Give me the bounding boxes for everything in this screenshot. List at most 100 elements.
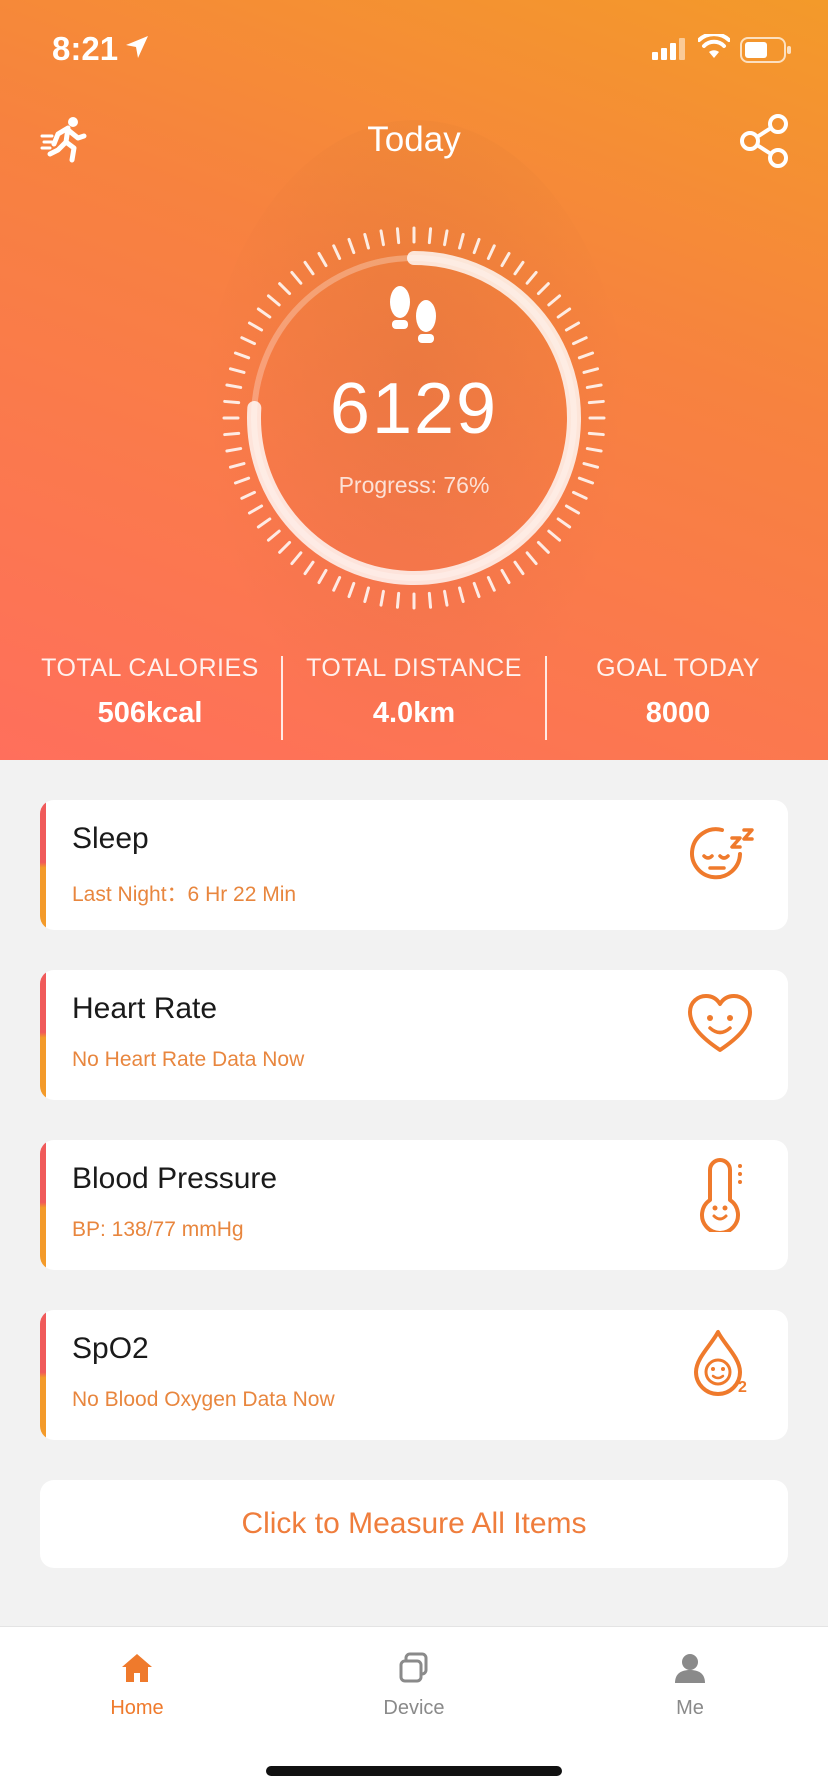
- ring-tick: [513, 260, 525, 276]
- thermometer-face-icon: [700, 1158, 742, 1232]
- tab-label: Home: [110, 1697, 164, 1719]
- stats-row: TOTAL CALORIES 506kcal TOTAL DISTANCE 4.…: [0, 654, 828, 744]
- ring-tick: [266, 529, 281, 542]
- stat-value: 506kcal: [97, 697, 203, 729]
- ring-tick: [472, 581, 481, 599]
- tab-label: Me: [676, 1697, 704, 1719]
- sleep-face-icon: [690, 827, 754, 880]
- ring-tick: [256, 517, 272, 529]
- ring-tick: [379, 229, 385, 247]
- ring-tick: [525, 270, 538, 285]
- ring-tick: [525, 551, 538, 566]
- ring-tick: [363, 232, 370, 250]
- stat-label: TOTAL DISTANCE: [306, 654, 522, 682]
- ring-tick: [486, 244, 496, 260]
- heart-rate-card[interactable]: Heart Rate No Heart Rate Data Now: [40, 970, 788, 1100]
- footprints-icon: [390, 286, 436, 343]
- ring-tick: [427, 591, 433, 609]
- tab-home[interactable]: Home: [77, 1651, 197, 1720]
- card-subtitle: Last Night：6 Hr 22 Min: [72, 883, 297, 906]
- card-accent-bar: [40, 800, 46, 930]
- card-title: SpO2: [72, 1332, 149, 1365]
- card-subtitle: BP: 138/77 mmHg: [72, 1218, 244, 1241]
- share-icon[interactable]: [738, 114, 792, 168]
- ring-tick: [278, 540, 292, 554]
- ring-tick: [256, 307, 272, 319]
- ring-tick: [513, 560, 525, 576]
- ring-tick: [443, 589, 449, 607]
- ring-tick: [332, 244, 342, 260]
- status-bar: 8:21: [0, 0, 828, 100]
- card-accent-bar: [40, 1310, 46, 1440]
- home-indicator: [266, 1766, 562, 1776]
- ring-tick: [233, 351, 251, 360]
- page-title: Today: [367, 120, 461, 159]
- ring-tick: [577, 351, 595, 360]
- ring-tick: [536, 282, 550, 296]
- stat-label: GOAL TODAY: [596, 654, 760, 682]
- device-icon: [399, 1652, 428, 1683]
- svg-text:2: 2: [738, 1379, 747, 1396]
- location-arrow-icon: [126, 36, 148, 58]
- battery-icon: [740, 37, 791, 63]
- wifi-icon: [698, 34, 730, 58]
- stat-total-calories: TOTAL CALORIES 506kcal: [18, 654, 282, 730]
- nav-bar: Today: [0, 100, 828, 180]
- ring-tick: [290, 551, 303, 566]
- card-accent-bar: [40, 970, 46, 1100]
- ring-tick: [303, 560, 315, 576]
- blood-pressure-card[interactable]: Blood Pressure BP: 138/77 mmHg: [40, 1140, 788, 1270]
- stat-value: 4.0km: [372, 697, 456, 729]
- ring-tick: [395, 227, 401, 245]
- ring-tick: [266, 294, 281, 307]
- ring-tick: [303, 260, 315, 276]
- card-title: Heart Rate: [72, 992, 218, 1025]
- progress-label: Progress: 76%: [338, 472, 490, 498]
- tab-label: Device: [383, 1697, 445, 1719]
- sleep-card[interactable]: Sleep Last Night：6 Hr 22 Min: [40, 800, 788, 930]
- ring-tick: [536, 540, 550, 554]
- oxygen-drop-icon: 2: [694, 1330, 747, 1396]
- tab-me[interactable]: Me: [630, 1651, 750, 1720]
- cellular-signal-icon: [652, 38, 685, 60]
- ring-tick: [347, 581, 356, 599]
- tab-device[interactable]: Device: [354, 1651, 474, 1720]
- status-time: 8:21: [52, 30, 119, 67]
- ring-tick: [278, 282, 292, 296]
- spo2-card[interactable]: SpO2 No Blood Oxygen Data Now 2: [40, 1310, 788, 1440]
- activity-header: 8:21 Today 6129 Progress: 76% TOTAL CALO…: [0, 0, 828, 760]
- card-subtitle: No Heart Rate Data Now: [72, 1048, 305, 1071]
- step-count: 6129: [329, 369, 499, 449]
- ring-tick: [443, 229, 449, 247]
- stat-label: TOTAL CALORIES: [41, 654, 259, 682]
- card-title: Sleep: [72, 822, 149, 855]
- ring-tick: [564, 504, 581, 515]
- ring-tick: [317, 568, 328, 585]
- card-subtitle: No Blood Oxygen Data Now: [72, 1388, 335, 1411]
- ring-tick: [564, 321, 581, 332]
- ring-tick: [427, 227, 433, 245]
- ring-tick: [247, 321, 264, 332]
- measure-all-button[interactable]: Click to Measure All Items: [40, 1480, 788, 1568]
- ring-tick: [547, 294, 562, 307]
- ring-tick: [500, 251, 511, 268]
- stat-total-distance: TOTAL DISTANCE 4.0km: [282, 654, 546, 730]
- stat-value: 8000: [645, 697, 711, 729]
- ring-tick: [458, 232, 465, 250]
- ring-tick: [240, 336, 256, 346]
- ring-tick: [556, 517, 572, 529]
- ring-tick: [290, 270, 303, 285]
- ring-tick: [347, 237, 356, 255]
- card-accent-bar: [40, 1140, 46, 1270]
- ring-tick: [472, 237, 481, 255]
- ring-tick: [247, 504, 264, 515]
- ring-tick: [572, 336, 588, 346]
- card-title: Blood Pressure: [72, 1162, 278, 1195]
- ring-tick: [486, 576, 496, 592]
- ring-tick: [582, 462, 600, 469]
- ring-tick: [500, 568, 511, 585]
- ring-tick: [332, 576, 342, 592]
- ring-tick: [395, 591, 401, 609]
- ring-tick: [228, 462, 246, 469]
- ring-tick: [317, 251, 328, 268]
